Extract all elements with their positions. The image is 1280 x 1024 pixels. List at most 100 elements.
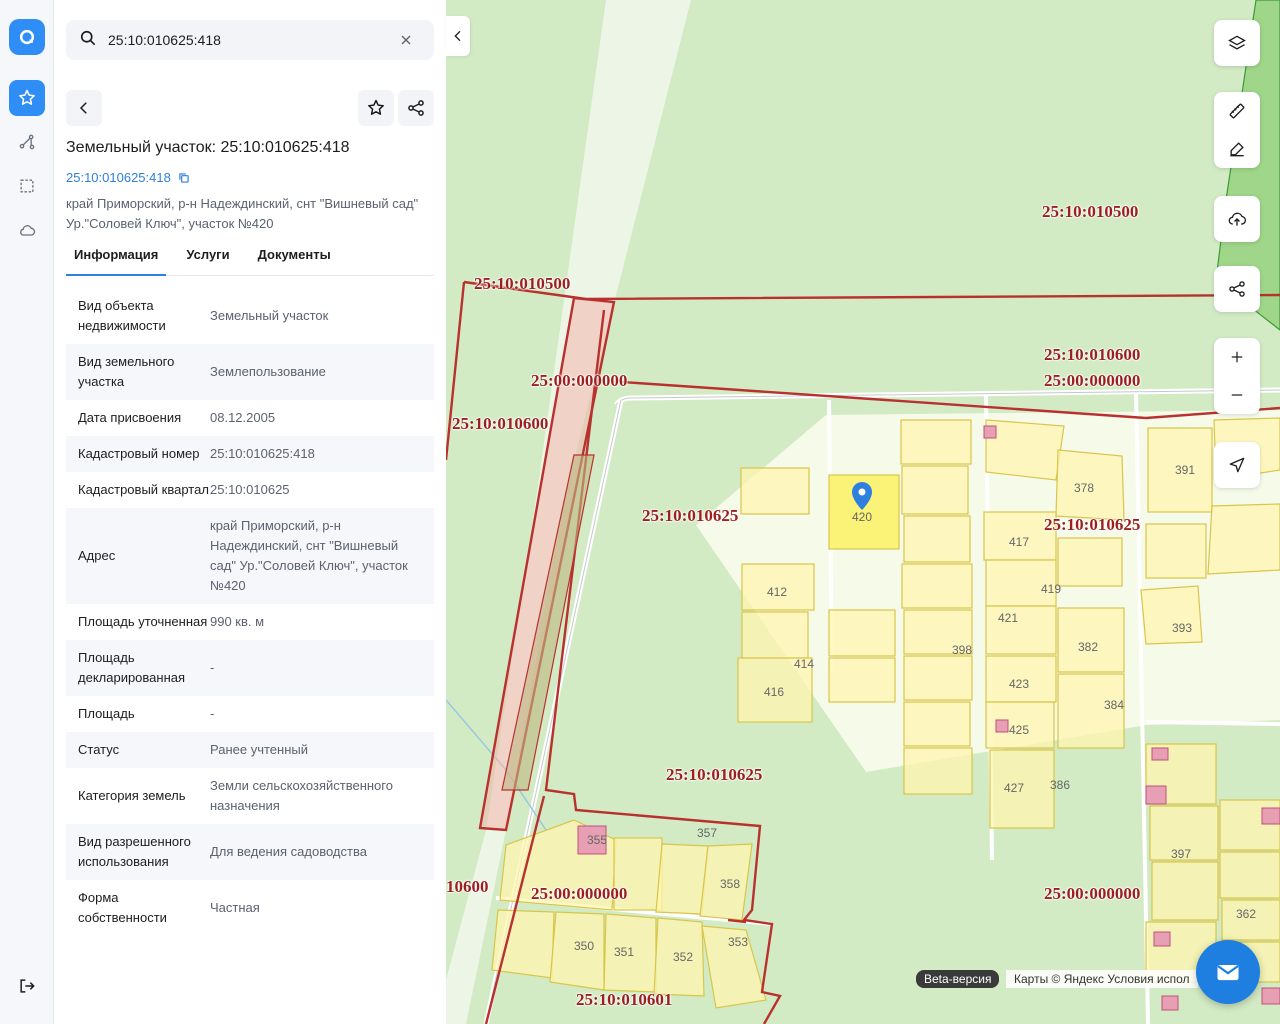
map-label: 25:00:000000	[1044, 371, 1141, 390]
back-button[interactable]	[66, 90, 102, 126]
info-key: Категория земель	[78, 788, 186, 803]
chevron-left-icon	[79, 102, 87, 114]
ruler-button[interactable]	[1214, 92, 1260, 130]
parcel-number: 352	[673, 950, 694, 964]
mail-icon	[1217, 965, 1239, 981]
info-key: Площадь	[78, 706, 135, 721]
info-row: Категория земель Земли сельскохозяйственн…	[66, 768, 434, 824]
geolocation-button[interactable]	[1214, 442, 1260, 488]
parcel-number: 353	[728, 935, 749, 949]
parcel-number: 398	[952, 643, 973, 657]
info-value: Ранее учтенный	[210, 742, 308, 757]
info-value: Земельный участок	[210, 308, 329, 323]
star-icon[interactable]	[9, 80, 45, 116]
parcel-number: 384	[1104, 698, 1125, 712]
parcel-number: 358	[720, 877, 741, 891]
app-logo-icon[interactable]	[9, 19, 45, 55]
cadastral-map[interactable]: 25:10:010500 25:10:010500 25:00:000000 2…	[446, 0, 1280, 1024]
map-label: 25:10:010600	[1044, 345, 1141, 364]
tab-services[interactable]: Услуги	[178, 240, 237, 276]
parcel-number: 419	[1041, 582, 1062, 596]
share-icon	[1229, 281, 1245, 297]
parcel-number: 423	[1009, 677, 1030, 691]
map-label: 25:10:010625	[1044, 515, 1141, 534]
info-table: Вид объекта недвижимости Земельный участо…	[66, 288, 434, 936]
panel-toolbar	[66, 90, 434, 126]
parcel-number: 350	[574, 939, 595, 953]
logout-icon[interactable]	[9, 968, 45, 1004]
info-row: Площадь уточненная 990 кв. м	[66, 604, 434, 640]
info-row: Дата присвоения 08.12.2005	[66, 400, 434, 436]
map-label: 10600	[446, 877, 489, 896]
zoom-control	[1214, 338, 1260, 414]
info-row: Кадастровый номер 25:10:010625:418	[66, 436, 434, 472]
cloud-upload-icon	[1228, 212, 1246, 226]
info-key: Статус	[78, 742, 120, 757]
map-label: 25:10:010625	[642, 506, 739, 525]
parcel-number: 417	[1009, 535, 1030, 549]
info-row: Кадастровый квартал 25:10:010625	[66, 472, 434, 508]
copy-icon[interactable]	[177, 171, 191, 185]
info-row: Вид разрешенного использования Для ведени…	[66, 824, 434, 880]
feedback-button[interactable]	[1196, 940, 1260, 1004]
zoom-in-button[interactable]	[1214, 338, 1260, 376]
info-value: Частная	[210, 900, 260, 915]
collapse-panel-button[interactable]	[446, 16, 470, 56]
map-label: 25:00:000000	[531, 884, 628, 903]
layers-icon	[1228, 35, 1246, 50]
zoom-out-button[interactable]	[1214, 376, 1260, 414]
minus-icon	[1231, 394, 1243, 396]
upload-control	[1214, 196, 1260, 242]
select-area-icon[interactable]	[9, 168, 45, 204]
parcel-number: 393	[1172, 621, 1193, 635]
map-label: 25:10:010500	[474, 274, 571, 293]
search-input[interactable]	[108, 32, 390, 48]
info-value: Для ведения садоводства	[210, 844, 367, 859]
clear-search-icon[interactable]	[390, 24, 422, 56]
info-value: край Приморский, р-н Надеждинский, снт "…	[210, 518, 408, 593]
parcel-number: 420	[852, 510, 873, 524]
parcel-number: 412	[767, 585, 788, 599]
info-key: Кадастровый номер	[78, 446, 200, 461]
parcel-number: 425	[1009, 723, 1030, 737]
info-row: Вид объекта недвижимости Земельный участо…	[66, 288, 434, 344]
parcel-number: 416	[764, 685, 785, 699]
parcel-number: 427	[1004, 781, 1025, 795]
parcel-number: 357	[697, 826, 718, 840]
parcel-number: 391	[1175, 463, 1196, 477]
tab-information[interactable]: Информация	[66, 240, 167, 276]
tab-documents[interactable]: Документы	[250, 240, 339, 276]
favorite-button[interactable]	[358, 90, 394, 126]
cadastral-number-link[interactable]: 25:10:010625:418	[66, 170, 191, 185]
map-label: 25:10:010500	[1042, 202, 1139, 221]
search-icon	[78, 28, 98, 53]
share-icon	[408, 100, 424, 116]
info-key: Площадь декларированная	[78, 650, 186, 685]
map-attribution[interactable]: Карты © Яндекс Условия испол	[1006, 970, 1198, 988]
tools-control	[1214, 92, 1260, 168]
info-key: Дата присвоения	[78, 410, 182, 425]
navigation-arrow-icon	[1229, 457, 1245, 473]
star-outline-icon	[368, 99, 384, 115]
info-value: -	[210, 660, 215, 675]
share-button[interactable]	[398, 90, 434, 126]
layers-button[interactable]	[1214, 20, 1260, 66]
cloud-icon[interactable]	[9, 212, 45, 248]
parcel-number: 386	[1050, 778, 1071, 792]
info-value: -	[210, 706, 215, 721]
share-map-button[interactable]	[1214, 266, 1260, 312]
map-label: 25:10:010600	[452, 414, 549, 433]
plus-icon	[1231, 351, 1243, 363]
page-title: Земельный участок: 25:10:010625:418	[66, 139, 350, 156]
info-key: Адрес	[78, 548, 116, 563]
parcel-number: 397	[1171, 847, 1192, 861]
map-label: 25:00:000000	[531, 371, 628, 390]
info-key: Площадь уточненная	[78, 614, 208, 629]
info-value: Землепользование	[210, 364, 326, 379]
ruler-icon	[1229, 103, 1245, 119]
edit-button[interactable]	[1214, 130, 1260, 168]
route-icon[interactable]	[9, 124, 45, 160]
info-value: 25:10:010625	[210, 482, 290, 497]
parcel-number: 362	[1236, 907, 1257, 921]
upload-button[interactable]	[1214, 196, 1260, 242]
